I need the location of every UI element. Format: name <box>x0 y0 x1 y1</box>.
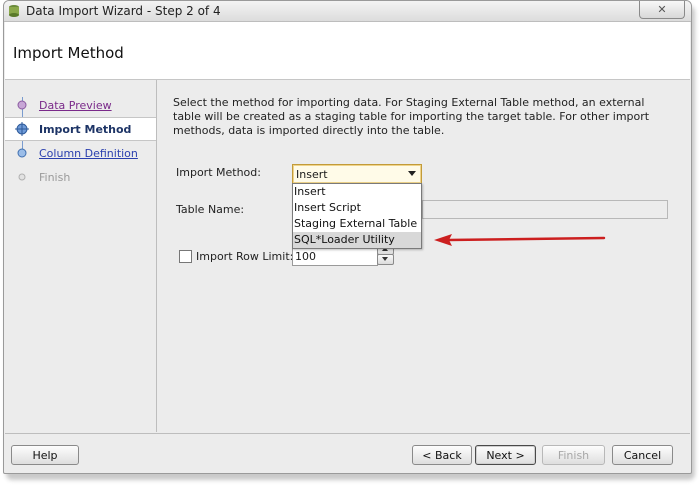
button-bar: Help < Back Next > Finish Cancel <box>5 433 690 473</box>
dropdown-option[interactable]: Insert Script <box>293 200 421 216</box>
next-button[interactable]: Next > <box>475 445 536 465</box>
cancel-button[interactable]: Cancel <box>612 445 673 465</box>
page-title: Import Method <box>13 44 124 62</box>
wizard-header: Import Method <box>5 22 690 80</box>
step-navigator: Data Preview Import Method Column Defini… <box>5 80 157 432</box>
nav-item-import-method[interactable]: Import Method <box>5 117 156 141</box>
chevron-down-icon[interactable] <box>408 171 416 176</box>
table-name-field[interactable] <box>422 200 668 219</box>
nav-label: Finish <box>39 170 71 184</box>
dropdown-option[interactable]: Insert <box>293 184 421 200</box>
finish-button: Finish <box>542 445 605 465</box>
import-method-dropdown[interactable]: Insert Insert Script Staging External Ta… <box>292 183 422 249</box>
window-title: Data Import Wizard - Step 2 of 4 <box>26 4 221 18</box>
nav-item-column-definition[interactable]: Column Definition <box>5 142 156 164</box>
import-method-value: Insert <box>296 167 328 181</box>
wizard-window: Data Import Wizard - Step 2 of 4 ✕ Impor… <box>3 0 692 474</box>
nav-label[interactable]: Data Preview <box>39 99 112 112</box>
spinner-down-button[interactable] <box>377 254 394 265</box>
close-button[interactable]: ✕ <box>639 1 685 19</box>
step-description: Select the method for importing data. Fo… <box>173 96 650 137</box>
row-limit-label: Import Row Limit: <box>196 250 294 263</box>
step-link-icon <box>17 148 27 158</box>
step-disabled-icon <box>18 173 26 181</box>
import-method-select[interactable]: Insert <box>292 164 422 184</box>
step-current-icon <box>15 122 29 136</box>
dropdown-option-highlighted[interactable]: SQL*Loader Utility <box>293 232 421 248</box>
nav-label[interactable]: Column Definition <box>39 147 138 160</box>
close-icon: ✕ <box>657 3 667 16</box>
row-limit-checkbox[interactable] <box>179 250 192 263</box>
content-panel: Select the method for importing data. Fo… <box>157 80 690 432</box>
app-icon <box>9 5 19 17</box>
row-limit-input[interactable]: 100 <box>292 247 378 266</box>
dropdown-option[interactable]: Staging External Table <box>293 216 421 232</box>
title-bar: Data Import Wizard - Step 2 of 4 ✕ <box>4 1 691 22</box>
nav-label: Import Method <box>39 122 132 136</box>
nav-item-data-preview[interactable]: Data Preview <box>5 94 156 116</box>
annotation-arrow-icon <box>434 234 606 246</box>
import-method-label: Import Method: <box>176 166 261 179</box>
help-button[interactable]: Help <box>11 445 79 465</box>
step-visited-icon <box>17 100 27 110</box>
row-limit-value: 100 <box>295 250 316 263</box>
nav-item-finish: Finish <box>5 166 156 188</box>
table-name-label: Table Name: <box>176 203 245 216</box>
back-button[interactable]: < Back <box>412 445 472 465</box>
